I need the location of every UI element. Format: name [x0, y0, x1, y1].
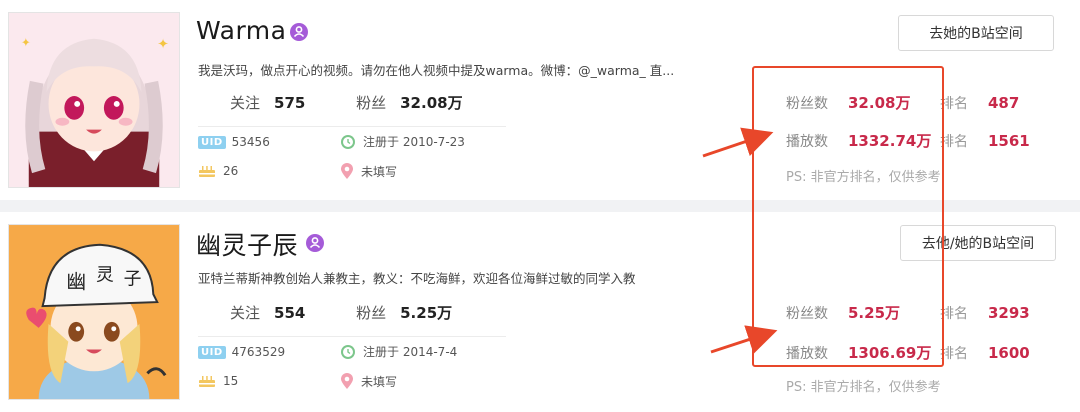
fans-count[interactable]: 32.08万 — [400, 94, 462, 112]
fans-label: 粉丝 — [356, 304, 387, 322]
stat-fans-rank: 3293 — [988, 304, 1030, 322]
level-info: 26 — [198, 164, 238, 178]
stat-fans-rank: 487 — [988, 94, 1020, 112]
user-name[interactable]: 幽灵子辰 — [196, 226, 298, 262]
follow-fans-counts: 关注 554 粉丝 5.25万 — [230, 302, 452, 323]
ranking-disclaimer: PS: 非官方排名，仅供参考 — [786, 380, 941, 395]
clock-icon — [341, 134, 355, 149]
stat-fans-rank-label: 排名 — [940, 306, 968, 322]
avatar[interactable]: ✦ ✦ — [8, 12, 180, 188]
verified-badge-icon — [290, 23, 308, 41]
location-pin-icon — [341, 373, 353, 389]
avatar-illustration-warma: ✦ ✦ — [9, 13, 179, 187]
verified-badge-icon — [306, 234, 324, 252]
uid-info: UID 4763529 — [198, 345, 285, 359]
divider — [198, 126, 506, 127]
uid-badge-icon: UID — [198, 135, 226, 149]
stat-plays-rank-label: 排名 — [940, 346, 968, 362]
svg-text:幽: 幽 — [66, 270, 86, 293]
user-name[interactable]: Warma — [196, 16, 286, 45]
svg-text:子: 子 — [124, 268, 142, 289]
register-info: 注册于 2010-7-23 — [340, 133, 465, 150]
cake-icon — [199, 166, 215, 177]
stat-plays-rank-label: 排名 — [940, 134, 968, 150]
uid-info: UID 53456 — [198, 135, 270, 149]
location-info: 未填写 — [340, 372, 397, 390]
stat-plays-rank: 1600 — [988, 344, 1030, 362]
avatar[interactable]: 幽 灵 子 — [8, 224, 180, 400]
stat-plays-rank: 1561 — [988, 132, 1030, 150]
avatar-illustration-youlingzichen: 幽 灵 子 — [9, 225, 179, 399]
fans-count[interactable]: 5.25万 — [400, 304, 452, 322]
register-info: 注册于 2014-7-4 — [340, 343, 457, 360]
uid-value: 4763529 — [231, 345, 286, 359]
cake-icon — [199, 376, 215, 387]
register-date: 注册于 2014-7-4 — [363, 345, 458, 359]
visit-space-button[interactable]: 去她的B站空间 — [898, 15, 1054, 51]
follow-fans-counts: 关注 575 粉丝 32.08万 — [230, 92, 463, 113]
user-bio: 我是沃玛，做点开心的视频。请勿在他人视频中提及warma。微博：@_warma_… — [198, 63, 675, 78]
svg-text:灵: 灵 — [96, 264, 114, 285]
register-date: 注册于 2010-7-23 — [363, 135, 465, 149]
follow-count[interactable]: 554 — [274, 304, 305, 322]
uid-badge-icon: UID — [198, 345, 226, 359]
follow-label: 关注 — [230, 304, 261, 322]
level-info: 15 — [198, 374, 238, 388]
stat-fans-rank-label: 排名 — [940, 96, 968, 112]
svg-text:✦: ✦ — [157, 37, 169, 53]
location-pin-icon — [341, 163, 353, 179]
user-bio: 亚特兰蒂斯神教创始人兼教主，教义：不吃海鲜，欢迎各位海鲜过敏的同学入教 — [198, 271, 636, 286]
clock-icon — [341, 344, 355, 359]
location-value: 未填写 — [361, 374, 398, 389]
uid-value: 53456 — [231, 135, 270, 149]
level-value: 15 — [223, 374, 239, 388]
level-value: 26 — [223, 164, 239, 178]
fans-label: 粉丝 — [356, 94, 387, 112]
location-info: 未填写 — [340, 162, 397, 180]
follow-label: 关注 — [230, 94, 261, 112]
location-value: 未填写 — [361, 164, 398, 179]
svg-text:✦: ✦ — [21, 36, 31, 50]
divider — [198, 336, 506, 337]
highlight-box-annotation — [752, 66, 944, 367]
follow-count[interactable]: 575 — [274, 94, 305, 112]
